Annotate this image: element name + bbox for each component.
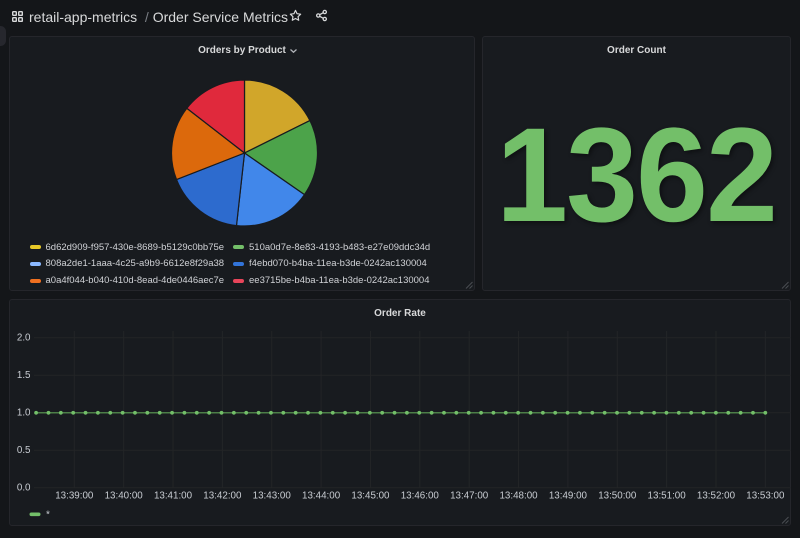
svg-text:13:45:00: 13:45:00 xyxy=(351,490,390,501)
svg-text:*: * xyxy=(46,510,50,521)
svg-text:13:46:00: 13:46:00 xyxy=(401,490,440,501)
svg-text:13:48:00: 13:48:00 xyxy=(499,490,538,501)
svg-text:1.5: 1.5 xyxy=(17,370,31,381)
svg-text:1.0: 1.0 xyxy=(17,408,31,419)
svg-text:13:42:00: 13:42:00 xyxy=(203,490,242,501)
svg-text:0.5: 0.5 xyxy=(17,445,31,456)
svg-text:0.0: 0.0 xyxy=(17,483,31,494)
svg-text:13:49:00: 13:49:00 xyxy=(549,490,588,501)
svg-text:13:52:00: 13:52:00 xyxy=(697,490,736,501)
svg-text:13:53:00: 13:53:00 xyxy=(746,490,785,501)
svg-text:13:50:00: 13:50:00 xyxy=(598,490,637,501)
svg-text:13:51:00: 13:51:00 xyxy=(648,490,687,501)
svg-text:13:44:00: 13:44:00 xyxy=(302,490,341,501)
svg-text:13:40:00: 13:40:00 xyxy=(105,490,144,501)
svg-text:13:43:00: 13:43:00 xyxy=(253,490,292,501)
svg-text:13:41:00: 13:41:00 xyxy=(154,490,193,501)
svg-text:13:47:00: 13:47:00 xyxy=(450,490,489,501)
svg-text:2.0: 2.0 xyxy=(17,333,31,344)
svg-text:13:39:00: 13:39:00 xyxy=(55,490,94,501)
